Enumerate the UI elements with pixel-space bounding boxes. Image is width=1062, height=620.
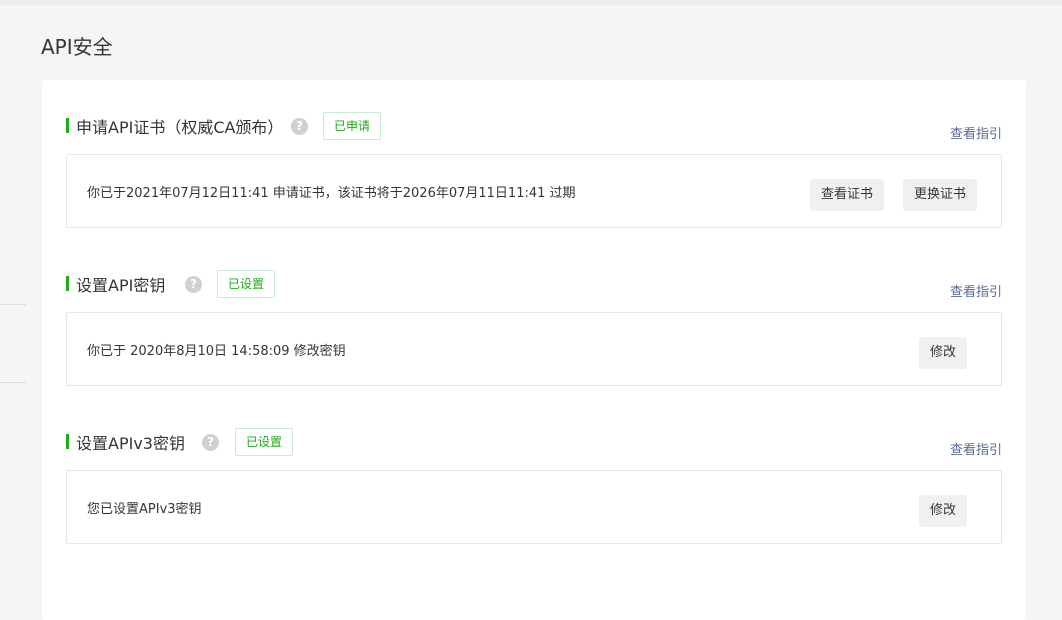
view-guide-link[interactable]: 查看指引	[950, 281, 1002, 300]
replace-certificate-button[interactable]: 更换证书	[903, 179, 978, 211]
api-certificate-section: 申请API证书（权威CA颁布） ? 已申请 查看指引 你已于2021年07月12…	[66, 110, 1002, 228]
section-accent-bar	[66, 118, 69, 133]
section-content-box: 你已于 2020年8月10日 14:58:09 修改密钥 修改	[66, 312, 1002, 386]
help-icon[interactable]: ?	[291, 118, 308, 135]
modify-api-key-button[interactable]: 修改	[919, 337, 968, 369]
section-header: 申请API证书（权威CA颁布） ? 已申请 查看指引	[66, 110, 1002, 142]
api-key-section: 设置API密钥 ? 已设置 查看指引 你已于 2020年8月10日 14:58:…	[66, 268, 1002, 386]
section-content-box: 您已设置APIv3密钥 修改	[66, 470, 1002, 544]
page-title: API安全	[41, 35, 113, 59]
section-accent-bar	[66, 434, 69, 449]
api-key-info-text: 你已于 2020年8月10日 14:58:09 修改密钥	[87, 344, 346, 359]
status-badge: 已设置	[217, 270, 276, 298]
top-border	[0, 0, 1062, 5]
api-security-card: 申请API证书（权威CA颁布） ? 已申请 查看指引 你已于2021年07月12…	[42, 80, 1026, 620]
section-title: 设置API密钥	[76, 276, 166, 295]
view-guide-link[interactable]: 查看指引	[950, 123, 1002, 142]
section-content-box: 你已于2021年07月12日11:41 申请证书，该证书将于2026年07月11…	[66, 154, 1002, 228]
section-header: 设置API密钥 ? 已设置 查看指引	[66, 268, 1002, 300]
section-header: 设置APIv3密钥 ? 已设置 查看指引	[66, 426, 1002, 458]
status-badge: 已申请	[323, 112, 382, 140]
section-title: 设置APIv3密钥	[76, 434, 185, 453]
left-nav-divider	[0, 304, 26, 305]
apiv3-key-section: 设置APIv3密钥 ? 已设置 查看指引 您已设置APIv3密钥 修改	[66, 426, 1002, 544]
certificate-info-text: 你已于2021年07月12日11:41 申请证书，该证书将于2026年07月11…	[87, 186, 576, 201]
help-icon[interactable]: ?	[185, 276, 202, 293]
help-icon[interactable]: ?	[202, 434, 219, 451]
status-badge: 已设置	[235, 428, 294, 456]
view-guide-link[interactable]: 查看指引	[950, 439, 1002, 458]
view-certificate-button[interactable]: 查看证书	[810, 179, 885, 211]
section-accent-bar	[66, 276, 69, 291]
modify-apiv3-key-button[interactable]: 修改	[919, 495, 968, 527]
left-nav-divider	[0, 382, 26, 383]
apiv3-key-info-text: 您已设置APIv3密钥	[87, 502, 202, 517]
section-title: 申请API证书（权威CA颁布）	[76, 118, 284, 137]
